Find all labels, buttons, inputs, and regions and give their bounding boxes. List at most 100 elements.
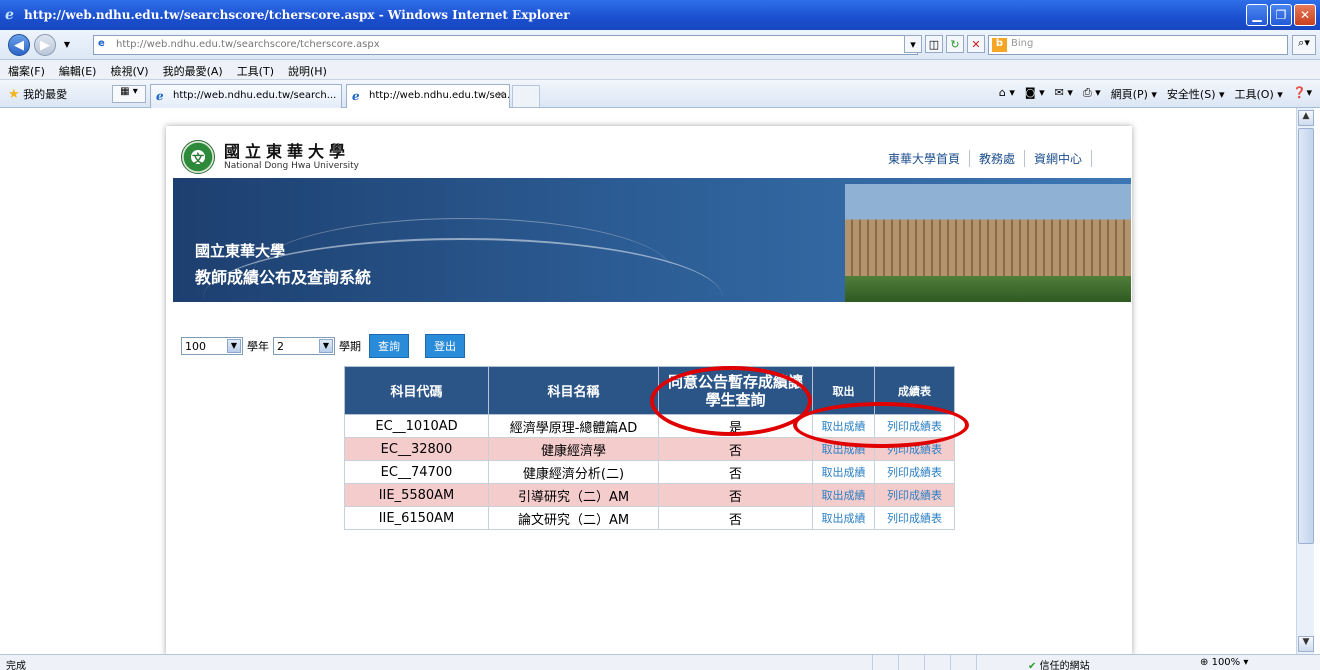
menu-view[interactable]: 檢視(V) xyxy=(110,63,148,79)
fetch-score-link[interactable]: 取出成績 xyxy=(812,460,875,484)
minimize-button[interactable]: ▁ xyxy=(1246,4,1268,26)
help-icon[interactable]: ❓▾ xyxy=(1293,86,1312,102)
scroll-up-icon[interactable]: ▲ xyxy=(1298,110,1314,126)
status-text: 完成 xyxy=(6,661,26,670)
history-dropdown-icon[interactable]: ▼ xyxy=(60,37,74,51)
menu-file[interactable]: 檔案(F) xyxy=(8,63,45,79)
tab-2[interactable]: ℯ http://web.ndhu.edu.tw/sea... ✕ xyxy=(346,84,510,108)
address-input[interactable]: e http://web.ndhu.edu.tw/searchscore/tch… xyxy=(93,35,918,55)
maximize-button[interactable]: ❐ xyxy=(1270,4,1292,26)
fetch-score-link[interactable]: 取出成績 xyxy=(812,483,875,507)
menu-edit[interactable]: 編輯(E) xyxy=(59,63,97,79)
tab-close-icon[interactable]: ✕ xyxy=(497,90,505,101)
annotation-oval-header xyxy=(650,366,812,436)
building-image xyxy=(845,184,1131,302)
course-name: 經濟學原理-總體篇AD xyxy=(488,414,659,438)
course-code: EC__32800 xyxy=(344,437,489,461)
course-name: 引導研究（二）AM xyxy=(488,483,659,507)
print-icon[interactable]: ⎙ ▾ xyxy=(1083,86,1101,102)
ie-tab-icon: ℯ xyxy=(352,89,360,103)
link-computer-center[interactable]: 資網中心 xyxy=(1025,150,1093,167)
fetch-score-link[interactable]: 取出成績 xyxy=(812,506,875,530)
compatibility-icon[interactable]: ◫ xyxy=(925,35,943,53)
back-button[interactable]: ◀ xyxy=(8,34,30,56)
status-bar: 完成 ✔ 信任的網站 ⊕ 100% ▾ xyxy=(0,654,1320,670)
menu-help[interactable]: 說明(H) xyxy=(288,63,327,79)
menu-favorites[interactable]: 我的最愛(A) xyxy=(163,63,223,79)
year-label: 學年 xyxy=(247,340,269,353)
table-row: IIE_5580AM 引導研究（二）AM 否 取出成績 列印成績表 xyxy=(344,483,955,507)
menu-tools[interactable]: 工具(T) xyxy=(237,63,274,79)
course-code: IIE_5580AM xyxy=(344,483,489,507)
page-icon: e xyxy=(98,38,105,49)
quick-tabs-icon[interactable]: ▦ ▾ xyxy=(112,85,146,103)
home-icon[interactable]: ⌂ ▾ xyxy=(999,86,1015,102)
annotation-oval-links xyxy=(793,402,969,448)
header-course-code: 科目代碼 xyxy=(344,366,489,415)
search-input[interactable]: b Bing xyxy=(988,35,1288,55)
university-logo-icon: 文 xyxy=(181,140,215,174)
zoom-control[interactable]: ⊕ 100% ▾ xyxy=(1200,657,1248,668)
search-icon[interactable]: ⌕▾ xyxy=(1292,35,1316,55)
agree-value: 否 xyxy=(658,437,813,461)
favorites-label: 我的最愛 xyxy=(23,88,68,101)
scroll-down-icon[interactable]: ▼ xyxy=(1298,636,1314,652)
course-name: 健康經濟分析(二) xyxy=(488,460,659,484)
logout-button[interactable]: 登出 xyxy=(425,334,465,358)
chevron-down-icon: ▼ xyxy=(319,339,333,353)
term-label: 學期 xyxy=(339,340,361,353)
banner-swoosh xyxy=(253,218,673,302)
security-zone[interactable]: ✔ 信任的網站 xyxy=(1028,657,1090,670)
term-value: 2 xyxy=(277,339,284,353)
query-button[interactable]: 查詢 xyxy=(369,334,409,358)
term-select[interactable]: 2 ▼ xyxy=(273,337,335,355)
course-code: IIE_6150AM xyxy=(344,506,489,530)
link-academic-affairs[interactable]: 教務處 xyxy=(970,150,1026,167)
print-score-link[interactable]: 列印成績表 xyxy=(874,483,955,507)
page-menu[interactable]: 網頁(P) ▾ xyxy=(1111,86,1157,102)
mail-icon[interactable]: ✉ ▾ xyxy=(1055,86,1073,102)
address-toolbar: ◀ ▶ ▼ e http://web.ndhu.edu.tw/searchsco… xyxy=(0,30,1320,60)
logo-title-cn: 國立東華大學 xyxy=(224,142,351,161)
forward-button[interactable]: ▶ xyxy=(34,34,56,56)
safety-menu[interactable]: 安全性(S) ▾ xyxy=(1167,86,1225,102)
query-controls: 100 ▼ 學年 2 ▼ 學期 查詢 登出 xyxy=(181,334,465,358)
refresh-icon[interactable]: ↻ xyxy=(946,35,964,53)
stop-icon[interactable]: ✕ xyxy=(967,35,985,53)
tab-1-label: http://web.ndhu.edu.tw/search... xyxy=(173,90,337,101)
top-links: 東華大學首頁 教務處 資網中心 xyxy=(888,150,1093,167)
search-placeholder: Bing xyxy=(1011,38,1034,49)
course-name: 論文研究（二）AM xyxy=(488,506,659,530)
agree-value: 否 xyxy=(658,483,813,507)
banner-line1: 國立東華大學 xyxy=(195,242,286,260)
ie-tab-icon: ℯ xyxy=(156,89,164,103)
agree-value: 否 xyxy=(658,506,813,530)
link-homepage[interactable]: 東華大學首頁 xyxy=(888,150,971,167)
bing-icon: b xyxy=(992,38,1007,52)
favorites-bar: ★ 我的最愛 ▦ ▾ ℯ http://web.ndhu.edu.tw/sear… xyxy=(0,80,1320,108)
zoom-icon: ⊕ xyxy=(1200,657,1209,668)
chevron-down-icon: ▼ xyxy=(227,339,241,353)
tools-menu[interactable]: 工具(O) ▾ xyxy=(1235,86,1283,102)
header-course-name: 科目名稱 xyxy=(488,366,659,415)
address-dropdown-icon[interactable]: ▾ xyxy=(904,35,922,53)
scroll-thumb[interactable] xyxy=(1298,128,1314,544)
favorites-button[interactable]: ★ 我的最愛 xyxy=(8,86,67,102)
course-table: 科目代碼 科目名稱 同意公告暫存成績讓學生查詢 取出 成績表 EC__1010A… xyxy=(344,366,955,530)
close-button[interactable]: ✕ xyxy=(1294,4,1316,26)
checkmark-icon: ✔ xyxy=(1028,661,1037,670)
year-value: 100 xyxy=(185,339,206,353)
print-score-link[interactable]: 列印成績表 xyxy=(874,506,955,530)
logo-title-en: National Dong Hwa University xyxy=(224,161,359,171)
course-name: 健康經濟學 xyxy=(488,437,659,461)
status-cells xyxy=(872,655,1002,670)
star-icon: ★ xyxy=(8,87,20,102)
tab-1[interactable]: ℯ http://web.ndhu.edu.tw/search... xyxy=(150,84,342,108)
security-zone-label: 信任的網站 xyxy=(1039,661,1090,670)
year-select[interactable]: 100 ▼ xyxy=(181,337,243,355)
print-score-link[interactable]: 列印成績表 xyxy=(874,460,955,484)
window-titlebar: ℯ http://web.ndhu.edu.tw/searchscore/tch… xyxy=(0,0,1320,30)
vertical-scrollbar[interactable]: ▲ ▼ xyxy=(1296,108,1314,654)
new-tab-button[interactable] xyxy=(512,85,540,107)
feeds-icon[interactable]: ◙ ▾ xyxy=(1025,86,1045,102)
